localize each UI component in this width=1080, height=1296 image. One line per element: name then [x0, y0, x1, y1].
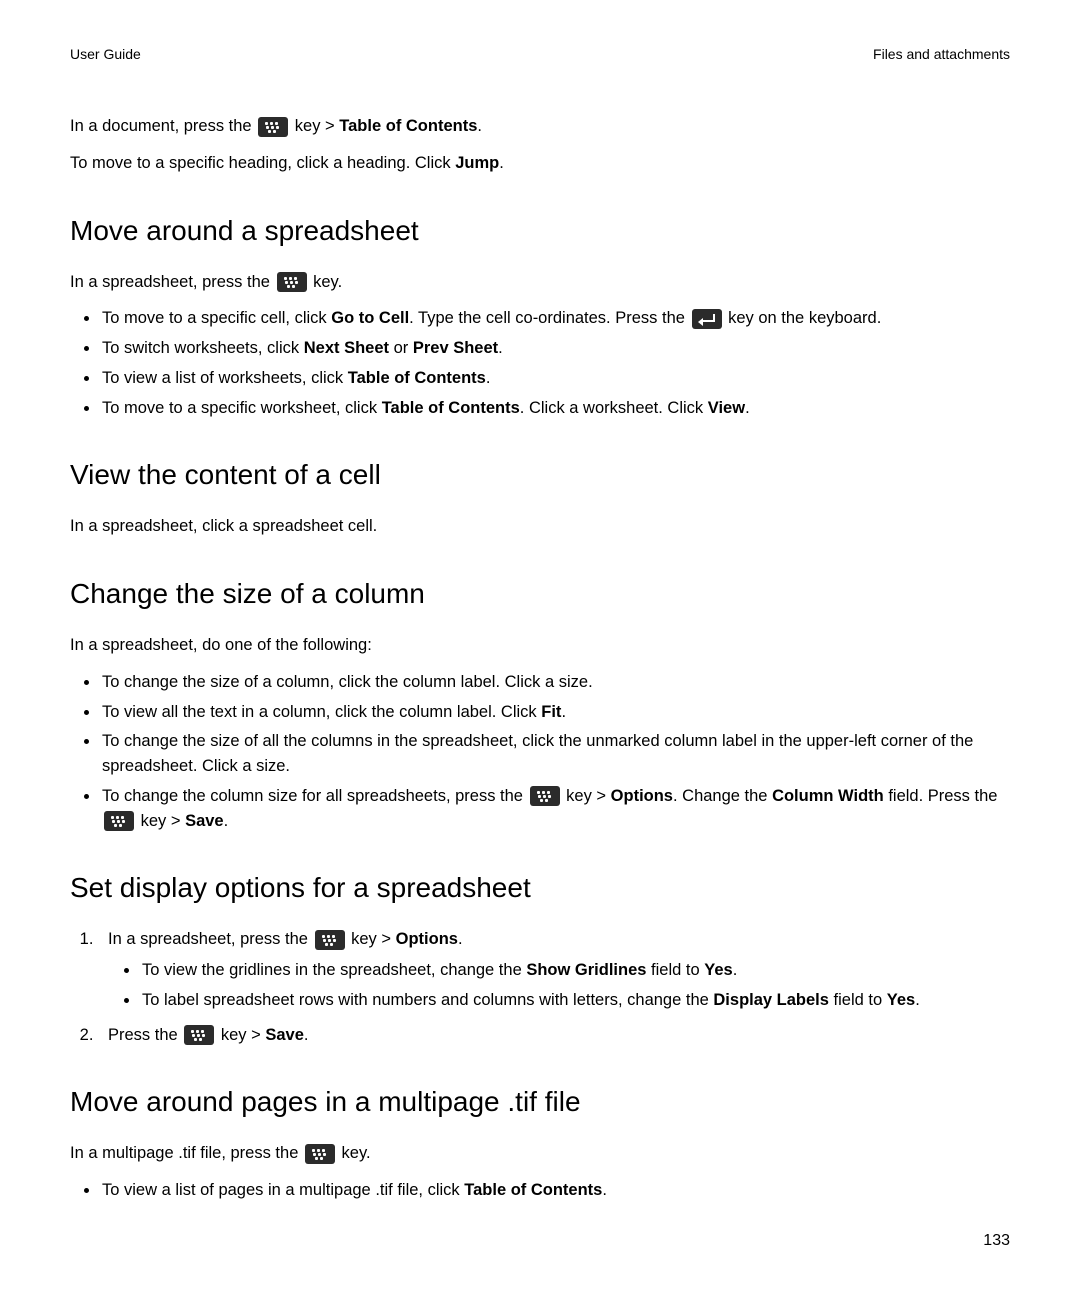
list-item: To change the size of a column, click th…	[100, 670, 1010, 695]
menu-key-icon	[277, 272, 307, 292]
list-item: To change the size of all the columns in…	[100, 729, 1010, 779]
heading-view-cell: View the content of a cell	[70, 454, 1010, 496]
list-item: To label spreadsheet rows with numbers a…	[140, 988, 1010, 1013]
running-header: User Guide Files and attachments	[70, 46, 1010, 62]
list-item: To view the gridlines in the spreadsheet…	[140, 958, 1010, 983]
menu-key-icon	[530, 786, 560, 806]
list-item: Press the key > Save.	[98, 1023, 1010, 1048]
s4-sublist: To view the gridlines in the spreadsheet…	[108, 958, 1010, 1013]
s5-lead: In a multipage .tif file, press the key.	[70, 1141, 1010, 1166]
heading-change-column: Change the size of a column	[70, 573, 1010, 615]
s2-para: In a spreadsheet, click a spreadsheet ce…	[70, 514, 1010, 539]
page-number: 133	[983, 1232, 1010, 1250]
menu-key-icon	[305, 1144, 335, 1164]
menu-key-icon	[258, 117, 288, 137]
list-item: To move to a specific worksheet, click T…	[100, 396, 1010, 421]
s1-lead: In a spreadsheet, press the key.	[70, 270, 1010, 295]
s3-list: To change the size of a column, click th…	[70, 670, 1010, 834]
intro-para-1: In a document, press the key > Table of …	[70, 114, 1010, 139]
heading-move-spreadsheet: Move around a spreadsheet	[70, 210, 1010, 252]
list-item: To switch worksheets, click Next Sheet o…	[100, 336, 1010, 361]
list-item: To view all the text in a column, click …	[100, 700, 1010, 725]
heading-multipage-tif: Move around pages in a multipage .tif fi…	[70, 1081, 1010, 1123]
menu-key-icon	[315, 930, 345, 950]
s4-list: In a spreadsheet, press the key > Option…	[70, 927, 1010, 1047]
list-item: To move to a specific cell, click Go to …	[100, 306, 1010, 331]
list-item: In a spreadsheet, press the key > Option…	[98, 927, 1010, 1012]
menu-key-icon	[184, 1025, 214, 1045]
menu-key-icon	[104, 811, 134, 831]
s1-list: To move to a specific cell, click Go to …	[70, 306, 1010, 420]
heading-display-options: Set display options for a spreadsheet	[70, 867, 1010, 909]
header-right: Files and attachments	[873, 46, 1010, 62]
s5-list: To view a list of pages in a multipage .…	[70, 1178, 1010, 1203]
intro-para-2: To move to a specific heading, click a h…	[70, 151, 1010, 176]
enter-key-icon	[692, 309, 722, 329]
header-left: User Guide	[70, 46, 141, 62]
list-item: To view a list of pages in a multipage .…	[100, 1178, 1010, 1203]
list-item: To view a list of worksheets, click Tabl…	[100, 366, 1010, 391]
list-item: To change the column size for all spread…	[100, 784, 1010, 834]
s3-lead: In a spreadsheet, do one of the followin…	[70, 633, 1010, 658]
